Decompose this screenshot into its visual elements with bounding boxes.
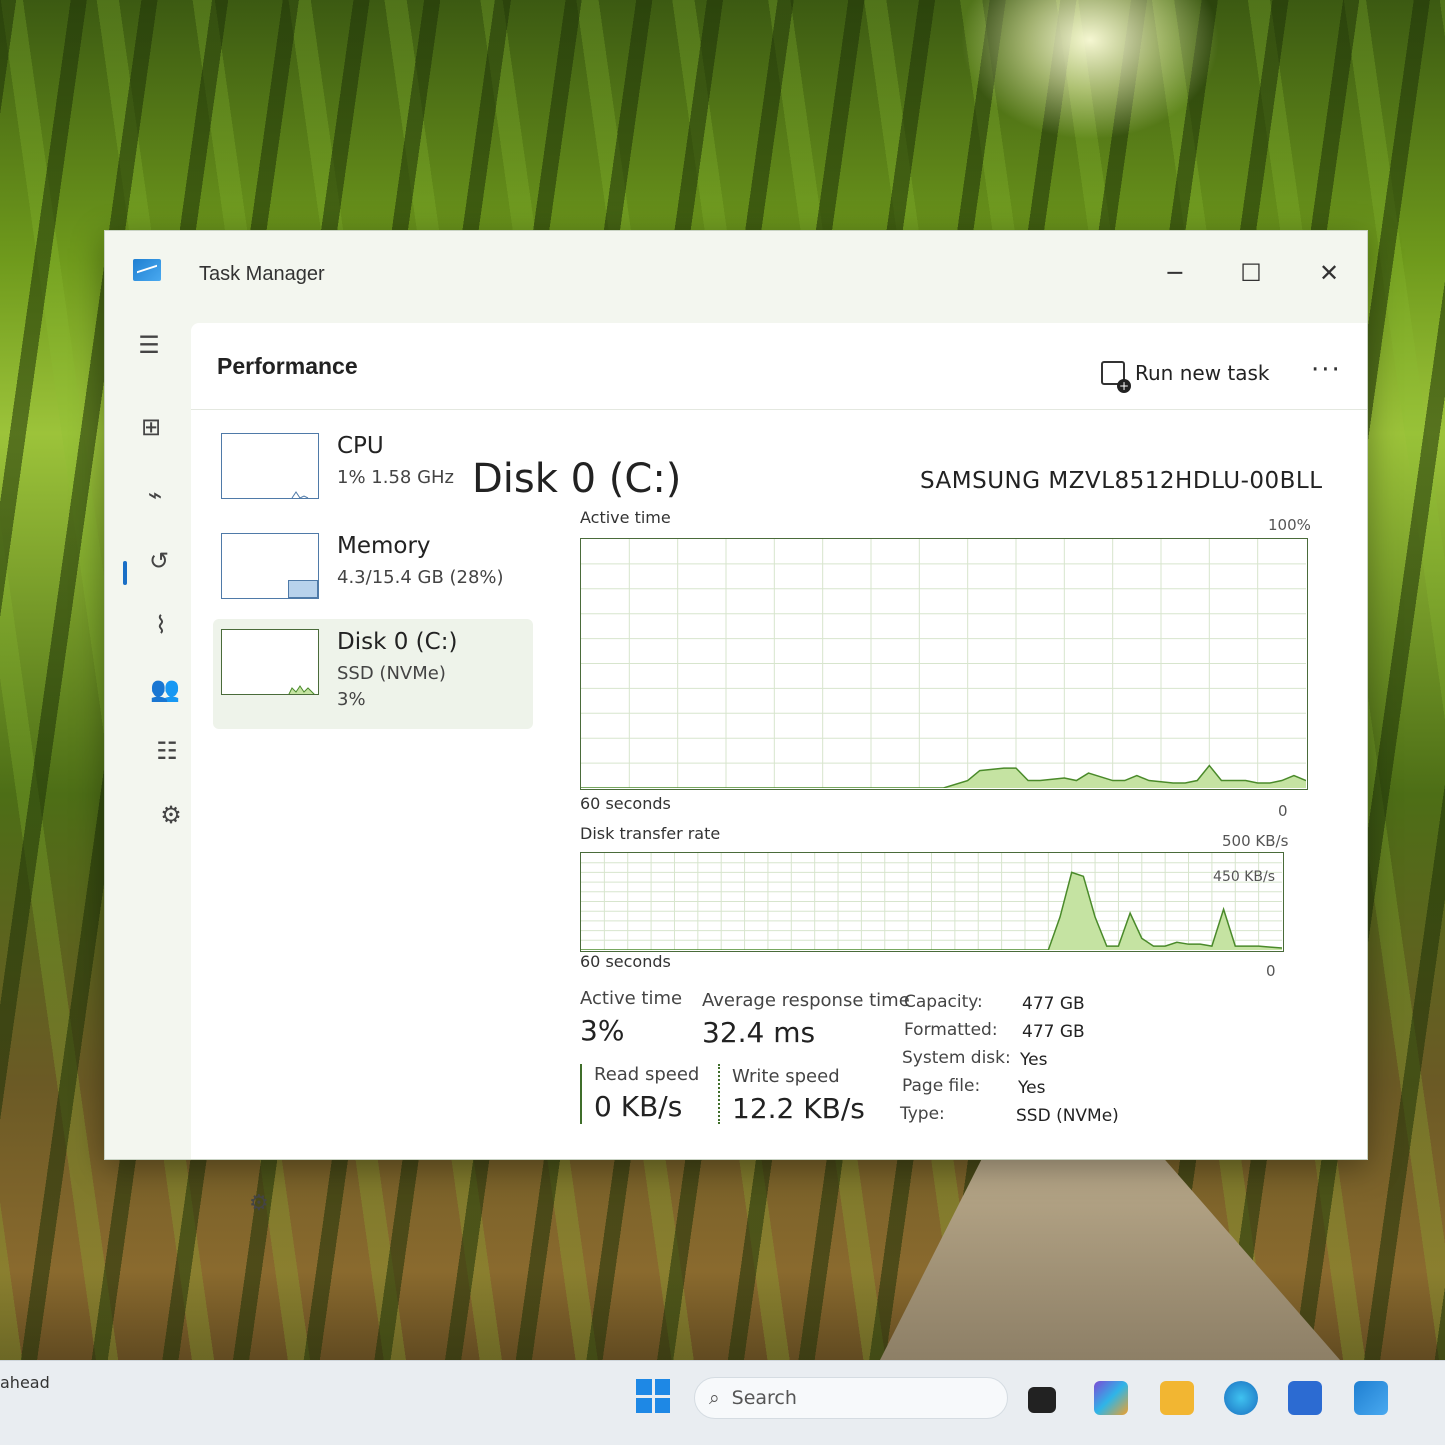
prop-label-type: Type: [900,1104,945,1124]
startup-apps-icon[interactable]: ⌇ [141,605,181,645]
active-time-chart-min: 0 [1278,802,1288,820]
transfer-rate-inner-label: 450 KB/s [1213,869,1275,885]
task-manager-icon[interactable] [1354,1381,1388,1415]
folder-icon[interactable] [1160,1381,1194,1415]
memory-thumbnail-graph [221,533,319,599]
disk-model: SAMSUNG MZVL8512HDLU-00BLL [920,468,1323,494]
resource-name: Memory [337,533,431,559]
maximize-button[interactable]: ☐ [1231,253,1271,293]
taskbar: ahead ⌕ Search [0,1360,1445,1445]
transfer-rate-chart-max: 500 KB/s [1222,832,1289,850]
transfer-rate-chart-label: Disk transfer rate [580,824,721,843]
prop-label-page-file: Page file: [902,1076,981,1096]
prop-value-system-disk: Yes [1020,1050,1048,1070]
window-title: Task Manager [199,263,325,285]
performance-icon[interactable]: ⌁ [135,475,175,515]
transfer-rate-chart-min: 0 [1266,962,1276,980]
series-area [581,765,1306,788]
file-explorer-dark-icon[interactable] [1028,1387,1056,1413]
close-button[interactable]: ✕ [1309,253,1349,293]
services-icon[interactable]: ⚙ [151,795,191,835]
start-button-icon[interactable] [636,1379,670,1413]
prop-label-formatted: Formatted: [904,1020,998,1040]
active-time-stat-value: 3% [580,1014,625,1047]
read-speed-value: 0 KB/s [594,1090,683,1123]
settings-icon[interactable]: ⚙ [249,1191,269,1216]
transfer-rate-chart-span: 60 seconds [580,952,671,971]
write-speed-indicator [718,1064,720,1124]
active-time-stat-label: Active time [580,988,683,1009]
resource-item-disk0[interactable]: Disk 0 (C:) SSD (NVMe) 3% [213,619,533,729]
cpu-thumbnail-graph [221,433,319,499]
avg-response-stat-value: 32.4 ms [702,1016,816,1049]
details-icon[interactable]: ☷ [147,731,187,771]
active-time-chart-svg [581,539,1306,788]
taskbar-search-box[interactable]: ⌕ Search [694,1377,1008,1419]
disk-thumbnail-graph [221,629,319,695]
resource-detail: 1% 1.58 GHz [337,467,455,488]
app-history-icon[interactable]: ↺ [139,541,179,581]
more-options-button[interactable]: ··· [1311,355,1342,385]
prop-value-type: SSD (NVMe) [1016,1106,1119,1126]
store-icon[interactable] [1288,1381,1322,1415]
resource-detail: SSD (NVMe) [337,663,446,684]
prop-label-capacity: Capacity: [904,992,983,1012]
run-task-icon [1101,361,1131,393]
disk-title: Disk 0 (C:) [472,456,682,502]
edge-icon[interactable] [1224,1381,1258,1415]
search-icon: ⌕ [709,1387,720,1409]
users-icon[interactable]: 👥 [145,669,185,709]
resource-name: CPU [337,433,384,459]
minimize-button[interactable]: ─ [1155,253,1195,293]
processes-icon[interactable]: ⊞ [131,407,171,447]
nav-active-indicator [123,561,127,585]
copilot-icon[interactable] [1094,1381,1128,1415]
resource-item-memory[interactable]: Memory 4.3/15.4 GB (28%) [213,523,533,619]
active-time-chart-span: 60 seconds [580,794,671,813]
resource-name: Disk 0 (C:) [337,629,458,655]
nav-rail: ☰ ⊞ ⌁ ↺ ⌇ 👥 ☷ ⚙ [105,311,189,1159]
run-new-task-button[interactable]: Run new task [1101,361,1270,393]
taskbar-widget-text[interactable]: ahead [0,1373,50,1392]
prop-value-page-file: Yes [1018,1078,1046,1098]
header-divider [191,409,1367,410]
run-new-task-label: Run new task [1135,361,1270,385]
active-time-chart-max: 100% [1268,516,1311,534]
write-speed-value: 12.2 KB/s [732,1092,865,1125]
transfer-rate-chart-svg [581,853,1282,950]
hamburger-menu-icon[interactable]: ☰ [129,325,169,365]
wallpaper-sunlight [960,0,1220,140]
prop-label-system-disk: System disk: [902,1048,1011,1068]
task-manager-app-icon [133,259,161,281]
prop-value-capacity: 477 GB [1022,994,1085,1014]
write-speed-label: Write speed [732,1066,840,1087]
page-title: Performance [217,353,358,379]
title-bar[interactable]: Task Manager ─ ☐ ✕ [105,231,1367,311]
transfer-rate-chart: 450 KB/s [580,852,1284,952]
prop-value-formatted: 477 GB [1022,1022,1085,1042]
avg-response-stat-label: Average response time [702,990,910,1011]
read-speed-label: Read speed [594,1064,700,1085]
resource-detail: 4.3/15.4 GB (28%) [337,567,504,588]
resource-usage: 3% [337,689,366,710]
active-time-chart-label: Active time [580,508,671,527]
read-speed-indicator [580,1064,582,1124]
search-placeholder: Search [731,1387,797,1409]
active-time-chart [580,538,1308,790]
